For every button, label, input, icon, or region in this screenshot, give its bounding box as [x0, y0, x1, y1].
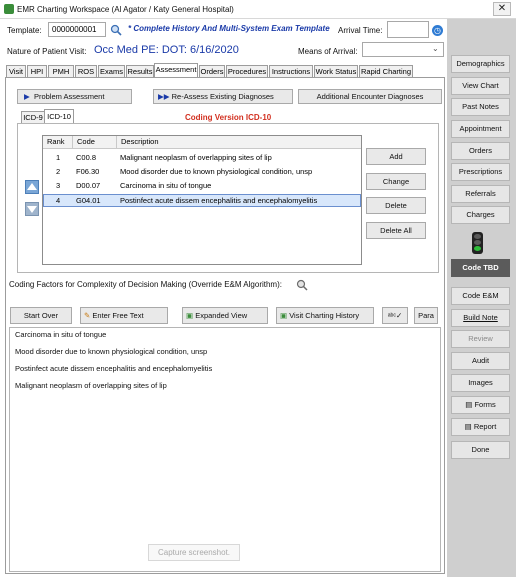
review-button[interactable]: Review	[451, 330, 510, 348]
table-row[interactable]: 1 C00.8 Malignant neoplasm of overlappin…	[43, 152, 361, 165]
prescriptions-button[interactable]: Prescriptions	[451, 163, 510, 181]
delete-all-button[interactable]: Delete All	[366, 222, 426, 239]
title-bar: EMR Charting Workspace (Al Agator / Katy…	[0, 0, 516, 19]
tab-assessment[interactable]: Assessment	[154, 63, 198, 77]
row-code: G04.01	[76, 196, 101, 205]
delete-button[interactable]: Delete	[366, 197, 426, 214]
arrival-time-input[interactable]	[387, 21, 429, 38]
close-button[interactable]: ✕	[493, 2, 511, 16]
expanded-view-button[interactable]: ▣ Expanded View	[182, 307, 268, 324]
row-code: C00.8	[76, 153, 97, 162]
reassess-button[interactable]: ▶▶ Re-Assess Existing Diagnoses	[153, 89, 293, 104]
document-icon: ▣	[186, 311, 194, 320]
images-button[interactable]: Images	[451, 374, 510, 392]
diagnosis-table: Rank Code Description 1 C00.8 Malignant …	[42, 135, 362, 265]
add-button[interactable]: Add	[366, 148, 426, 165]
appointment-button[interactable]: Appointment	[451, 120, 510, 138]
referrals-button[interactable]: Referrals	[451, 185, 510, 203]
template-label: Template:	[7, 26, 42, 35]
table-row[interactable]: 3 D00.07 Carcinoma in situ of tongue	[43, 180, 361, 193]
report-button[interactable]: ▤ Report	[451, 418, 510, 436]
table-row-selected[interactable]: 4 G04.01 Postinfect acute dissem encepha…	[43, 194, 361, 207]
column-header-description[interactable]: Description	[117, 136, 361, 149]
coding-version: Coding Version ICD-10	[185, 113, 272, 122]
para-button[interactable]: Para	[414, 307, 438, 324]
clock-icon[interactable]: ◷	[432, 25, 443, 36]
row-code: D00.07	[76, 181, 101, 190]
fast-forward-icon: ▶▶	[158, 92, 170, 101]
coding-factors-label: Coding Factors for Complexity of Decisio…	[9, 280, 282, 289]
chevron-down-icon[interactable]: ⌄	[432, 44, 439, 53]
problem-assessment-button[interactable]: ▶ Problem Assessment	[17, 89, 132, 104]
table-row[interactable]: 2 F06.30 Mood disorder due to known phys…	[43, 166, 361, 179]
column-header-code[interactable]: Code	[73, 136, 117, 149]
demographics-button[interactable]: Demographics	[451, 55, 510, 73]
subtab-icd10[interactable]: ICD-10	[44, 109, 74, 124]
row-description: Carcinoma in situ of tongue	[120, 181, 212, 190]
past-notes-button[interactable]: Past Notes	[451, 98, 510, 116]
row-rank: 4	[56, 196, 61, 205]
row-rank: 2	[56, 167, 61, 176]
free-text-button[interactable]: ✎ Enter Free Text	[80, 307, 168, 324]
nature-label: Nature of Patient Visit:	[7, 47, 87, 56]
column-header-rank[interactable]: Rank	[43, 136, 73, 149]
charges-button[interactable]: Charges	[451, 206, 510, 224]
row-description: Malignant neoplasm of overlapping sites …	[120, 153, 272, 162]
pencil-icon: ✎	[84, 311, 91, 320]
change-button[interactable]: Change	[366, 173, 426, 190]
report-icon: ▤	[464, 422, 472, 431]
note-line: Postinfect acute dissem encephalitis and…	[15, 364, 213, 373]
search-icon[interactable]	[110, 24, 122, 36]
row-description: Postinfect acute dissem encephalitis and…	[120, 196, 318, 205]
means-label: Means of Arrival:	[298, 47, 358, 56]
additional-diagnoses-button[interactable]: Additional Encounter Diagnoses	[298, 89, 442, 104]
arrow-up-icon	[27, 183, 37, 190]
note-line: Mood disorder due to known physiological…	[15, 347, 208, 356]
app-icon	[4, 4, 14, 14]
template-name: * Complete History And Multi-System Exam…	[128, 24, 330, 33]
history-icon: ▣	[280, 311, 288, 320]
move-up-button[interactable]	[25, 180, 39, 194]
nature-value: Occ Med PE: DOT: 6/16/2020	[94, 44, 239, 56]
audit-button[interactable]: Audit	[451, 352, 510, 370]
view-chart-button[interactable]: View Chart	[451, 77, 510, 95]
row-rank: 1	[56, 153, 61, 162]
forms-button[interactable]: ▤ Forms	[451, 396, 510, 414]
note-line: Malignant neoplasm of overlapping sites …	[15, 381, 167, 390]
template-input[interactable]: 0000000001	[48, 22, 106, 37]
forms-icon: ▤	[465, 400, 473, 409]
done-button[interactable]: Done	[451, 441, 510, 459]
row-description: Mood disorder due to known physiological…	[120, 167, 313, 176]
code-em-button[interactable]: Code E&M	[451, 287, 510, 305]
play-icon: ▶	[24, 92, 30, 101]
code-tbd-status: Code TBD	[451, 259, 510, 277]
window-title: EMR Charting Workspace (Al Agator / Katy…	[17, 5, 234, 14]
search-icon[interactable]	[296, 279, 308, 291]
arrival-time-label: Arrival Time:	[338, 26, 383, 35]
start-over-button[interactable]: Start Over	[10, 307, 72, 324]
note-line: Carcinoma in situ of tongue	[15, 330, 107, 339]
build-note-button[interactable]: Build Note	[451, 309, 510, 327]
spellcheck-button[interactable]: ᵃᵇᶜ✓	[382, 307, 408, 324]
row-rank: 3	[56, 181, 61, 190]
capture-screenshot-label: Capture screenshot.	[148, 544, 240, 561]
move-down-button[interactable]	[25, 202, 39, 216]
spellcheck-icon: ᵃᵇᶜ✓	[387, 311, 403, 320]
orders-button[interactable]: Orders	[451, 142, 510, 160]
row-code: F06.30	[76, 167, 100, 176]
traffic-light-icon	[472, 232, 483, 254]
visit-history-button[interactable]: ▣ Visit Charting History	[276, 307, 374, 324]
arrow-down-icon	[27, 206, 37, 213]
